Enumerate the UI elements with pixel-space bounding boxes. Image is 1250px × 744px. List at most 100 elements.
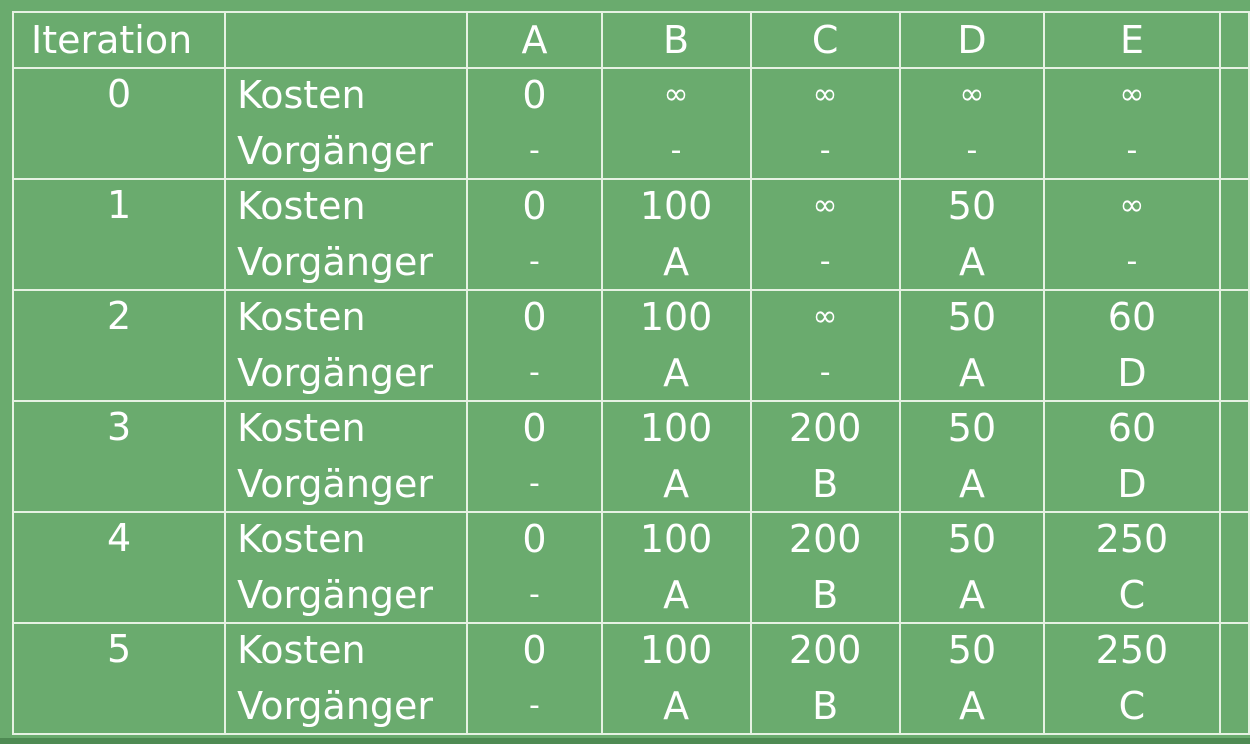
header-cut-off — [1218, 11, 1250, 69]
kosten-label: Kosten — [237, 627, 366, 672]
row-label-cell: Kosten Vorgänger — [224, 67, 469, 180]
cut-off-cell — [1218, 289, 1250, 402]
node-c-cell: 200 B — [749, 622, 901, 735]
node-c-cell: 200 B — [749, 511, 901, 624]
iteration-number: 2 — [106, 294, 132, 338]
iteration-number: 5 — [106, 627, 132, 671]
vorgaenger-value: B — [812, 683, 839, 728]
vorgaenger-value: - — [529, 354, 540, 390]
node-d-cell: 50 A — [898, 511, 1046, 624]
vorgaenger-value: A — [958, 350, 985, 395]
kosten-value: ∞ — [1119, 187, 1145, 223]
kosten-value: 0 — [522, 516, 547, 561]
node-a-cell: 0- — [466, 67, 603, 180]
vorgaenger-value: - — [819, 243, 831, 279]
node-a-cell: 0- — [466, 400, 603, 513]
node-a-cell: 0- — [466, 511, 603, 624]
node-a-cell: 0- — [466, 289, 603, 402]
row-label-cell: Kosten Vorgänger — [224, 400, 469, 513]
cut-off-cell — [1218, 622, 1250, 735]
cut-off-cell — [1218, 400, 1250, 513]
kosten-value: 250 — [1095, 627, 1169, 672]
iteration-number: 1 — [106, 183, 132, 227]
kosten-label: Kosten — [237, 294, 366, 339]
kosten-value: 0 — [522, 627, 547, 672]
row-label-cell: Kosten Vorgänger — [224, 511, 469, 624]
node-e-cell: 250 C — [1043, 622, 1221, 735]
kosten-value: ∞ — [812, 187, 838, 223]
kosten-value: 60 — [1107, 294, 1157, 339]
kosten-value: 100 — [639, 627, 713, 672]
vorgaenger-label: Vorgänger — [237, 683, 434, 728]
node-b-cell: ∞ - — [600, 67, 752, 180]
kosten-value: 200 — [788, 627, 862, 672]
kosten-value: 100 — [639, 294, 713, 339]
kosten-value: 0 — [522, 294, 547, 339]
kosten-value: 50 — [947, 405, 997, 450]
kosten-label: Kosten — [237, 72, 366, 117]
vorgaenger-value: - — [819, 132, 831, 168]
vorgaenger-value: B — [812, 572, 839, 617]
header-row: Iteration A B C D E — [11, 11, 1250, 69]
node-d-cell: 50 A — [898, 622, 1046, 735]
vorgaenger-value: A — [663, 239, 690, 284]
node-b-cell: 100 A — [600, 178, 752, 291]
node-e-cell: ∞ - — [1043, 178, 1221, 291]
kosten-value: 100 — [639, 183, 713, 228]
vorgaenger-label: Vorgänger — [237, 572, 434, 617]
node-e-cell: 60 D — [1043, 400, 1221, 513]
node-e-cell: 250 C — [1043, 511, 1221, 624]
iteration-row: 0 Kosten Vorgänger 0- ∞ - ∞ - ∞ - ∞ - — [11, 67, 1250, 180]
bottom-band — [0, 738, 1250, 744]
header-node-e: E — [1043, 11, 1221, 69]
vorgaenger-value: D — [1117, 350, 1147, 395]
vorgaenger-value: A — [663, 461, 690, 506]
vorgaenger-value: A — [663, 683, 690, 728]
header-node-b: B — [600, 11, 752, 69]
header-node-a: A — [466, 11, 603, 69]
kosten-label: Kosten — [237, 516, 366, 561]
node-b-cell: 100 A — [600, 400, 752, 513]
vorgaenger-value: - — [529, 687, 540, 723]
iteration-cell: 3 — [11, 400, 227, 513]
iteration-row: 4 Kosten Vorgänger 0-100 A 200 B 50 A 250 C — [11, 511, 1250, 624]
kosten-value: 200 — [788, 516, 862, 561]
node-d-cell: 50 A — [898, 400, 1046, 513]
cut-off-cell — [1218, 511, 1250, 624]
iteration-row: 1 Kosten Vorgänger 0-100 A ∞ -50 A ∞ - — [11, 178, 1250, 291]
header-iteration: Iteration — [11, 11, 227, 69]
vorgaenger-label: Vorgänger — [237, 461, 434, 506]
kosten-value: 200 — [788, 405, 862, 450]
vorgaenger-value: B — [812, 461, 839, 506]
node-d-cell: 50 A — [898, 289, 1046, 402]
node-b-cell: 100 A — [600, 289, 752, 402]
iteration-cell: 2 — [11, 289, 227, 402]
kosten-value: ∞ — [663, 76, 689, 112]
vorgaenger-label: Vorgänger — [237, 239, 434, 284]
vorgaenger-value: A — [958, 572, 985, 617]
header-row-label — [224, 11, 469, 69]
vorgaenger-label: Vorgänger — [237, 350, 434, 395]
node-c-cell: ∞ - — [749, 289, 901, 402]
node-e-cell: ∞ - — [1043, 67, 1221, 180]
kosten-value: 250 — [1095, 516, 1169, 561]
kosten-value: 50 — [947, 516, 997, 561]
kosten-value: 0 — [522, 183, 547, 228]
kosten-label: Kosten — [237, 405, 366, 450]
row-label-cell: Kosten Vorgänger — [224, 622, 469, 735]
iteration-row: 3 Kosten Vorgänger 0-100 A 200 B 50 A 60 D — [11, 400, 1250, 513]
vorgaenger-value: - — [966, 132, 978, 168]
vorgaenger-value: C — [1118, 683, 1146, 728]
kosten-value: 50 — [947, 627, 997, 672]
kosten-value: ∞ — [1119, 76, 1145, 112]
dijkstra-iteration-table: Iteration A B C D E 0 Kosten Vorgänger 0- ∞ -… — [11, 11, 1250, 735]
iteration-cell: 4 — [11, 511, 227, 624]
row-label-cell: Kosten Vorgänger — [224, 178, 469, 291]
row-label-cell: Kosten Vorgänger — [224, 289, 469, 402]
kosten-value: ∞ — [812, 76, 838, 112]
kosten-value: 60 — [1107, 405, 1157, 450]
vorgaenger-value: - — [670, 132, 682, 168]
header-node-c: C — [749, 11, 901, 69]
node-c-cell: 200 B — [749, 400, 901, 513]
kosten-value: ∞ — [812, 298, 838, 334]
